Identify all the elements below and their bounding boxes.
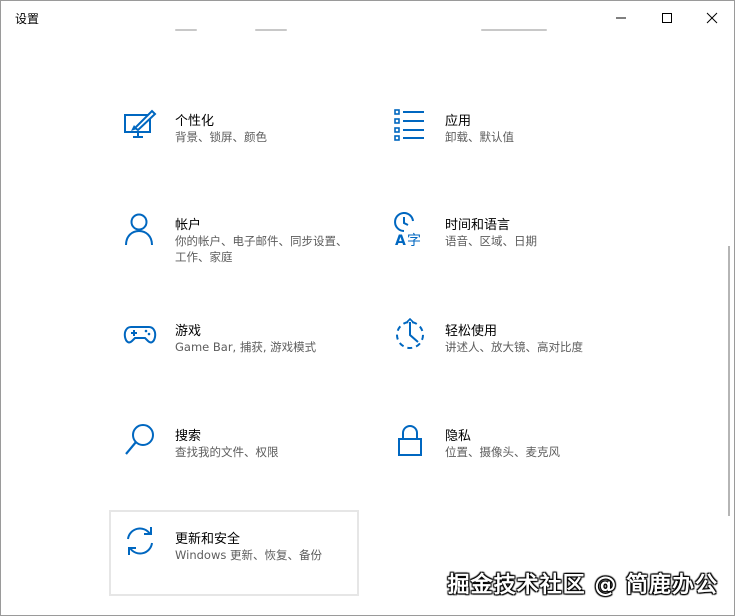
window-title: 设置 [15,12,40,26]
tile-description: 卸载、默认值 [445,130,514,144]
tile-update-security[interactable]: 更新和安全 Windows 更新、恢复、备份 [109,510,359,596]
tile-ease-of-access[interactable]: 轻松使用 讲述人、放大镜、高对比度 [381,314,629,398]
svg-text:A: A [395,233,406,246]
tile-title: 个性化 [175,114,215,129]
account-icon [125,213,153,246]
tile-title: 更新和安全 [175,532,241,547]
tile-title: 应用 [445,114,472,129]
tile-privacy[interactable]: 隐私 位置、摄像头、麦克风 [381,419,629,503]
minimize-button[interactable] [598,1,644,35]
update-sync-icon [127,527,153,555]
tile-time-language[interactable]: A 字 时间和语言 语音、区域、日期 [381,208,629,292]
privacy-lock-icon [398,425,422,456]
scrolled-tile-fragment [441,22,551,32]
personalization-icon [124,109,157,138]
tile-gaming[interactable]: 游戏 Game Bar, 捕获, 游戏模式 [111,314,359,398]
tile-description: 你的帐户、电子邮件、同步设置、工作、家庭 [175,234,348,264]
title-bar: 设置 [1,1,734,35]
tile-title: 时间和语言 [445,218,511,233]
tile-description: 查找我的文件、权限 [175,445,279,459]
watermark: 掘金技术社区 @ 简鹿办公 [447,573,718,598]
tile-description: 讲述人、放大镜、高对比度 [445,340,583,354]
settings-window: 设置 个性化 背景、锁屏、颜色 应用 卸载、默认值 帐户 你的帐户、电子邮件、同… [0,0,735,616]
tile-description: 背景、锁屏、颜色 [175,130,267,144]
maximize-icon [662,13,672,23]
gaming-icon [123,326,157,344]
minimize-icon [616,17,626,19]
tile-title: 游戏 [175,324,202,339]
close-icon [706,12,718,24]
tile-title: 帐户 [175,218,202,233]
tile-title: 隐私 [445,429,472,444]
search-icon [125,424,154,455]
tile-title: 搜索 [175,429,202,444]
tile-title: 轻松使用 [445,324,498,339]
tile-accounts[interactable]: 帐户 你的帐户、电子邮件、同步设置、工作、家庭 [111,208,359,292]
vertical-scrollbar[interactable] [728,246,730,516]
tile-description: 位置、摄像头、麦克风 [445,445,560,459]
close-button[interactable] [689,1,734,35]
tile-description: Windows 更新、恢复、备份 [175,548,322,562]
scrolled-tile-fragment [171,22,291,32]
tile-description: Game Bar, 捕获, 游戏模式 [175,340,317,354]
tile-apps[interactable]: 应用 卸载、默认值 [381,104,629,188]
tile-description: 语音、区域、日期 [445,234,537,248]
apps-icon [394,109,424,141]
tile-personalization[interactable]: 个性化 背景、锁屏、颜色 [111,104,359,188]
svg-text:字: 字 [407,233,421,246]
maximize-button[interactable] [644,1,690,35]
time-language-icon: A 字 [394,212,421,246]
tile-search[interactable]: 搜索 查找我的文件、权限 [111,419,359,503]
ease-of-access-icon [396,318,424,349]
